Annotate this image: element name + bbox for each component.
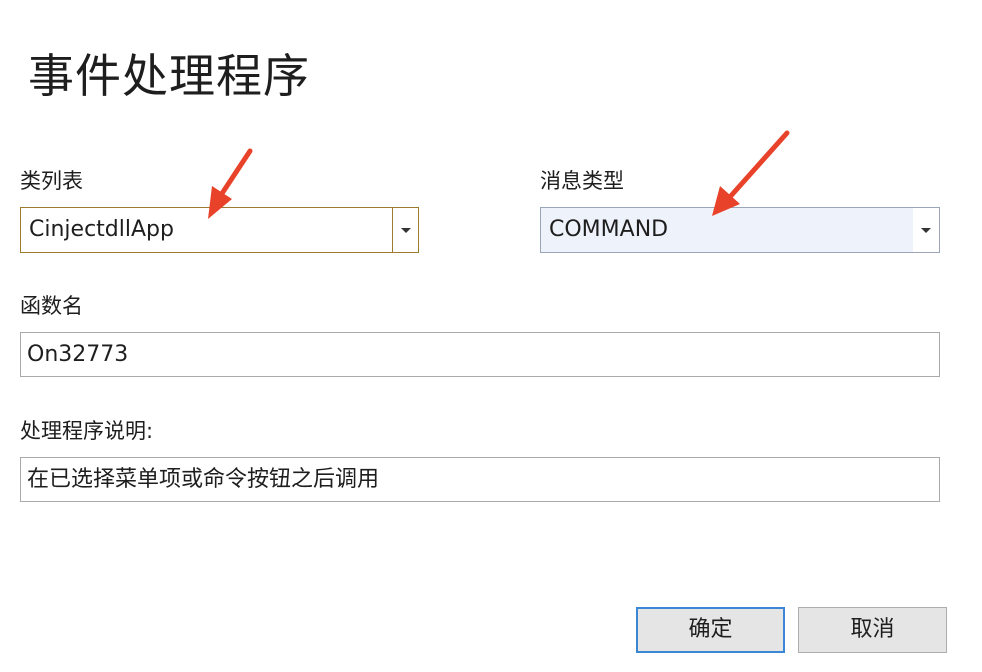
class-list-dropdown-button[interactable] [392, 208, 418, 252]
message-type-dropdown-button[interactable] [913, 208, 939, 252]
function-name-label: 函数名 [20, 294, 83, 318]
message-type-label: 消息类型 [540, 169, 624, 193]
message-type-value: COMMAND [549, 217, 669, 242]
cancel-button[interactable]: 取消 [798, 607, 947, 653]
class-list-label: 类列表 [20, 169, 83, 193]
chevron-down-icon [921, 227, 931, 233]
handler-description-label: 处理程序说明: [20, 419, 154, 443]
function-name-value: On32773 [27, 342, 129, 367]
class-list-value: CinjectdllApp [29, 217, 174, 242]
message-type-combobox[interactable]: COMMAND [540, 207, 940, 253]
function-name-input[interactable]: On32773 [20, 332, 940, 377]
dialog-title: 事件处理程序 [28, 49, 310, 103]
event-handler-dialog: 事件处理程序 类列表 CinjectdllApp 消息类型 COMMAND 函数… [0, 0, 982, 672]
ok-button[interactable]: 确定 [636, 607, 785, 653]
chevron-down-icon [400, 227, 411, 233]
red-arrow-icon [712, 130, 790, 216]
handler-description-field: 在已选择菜单项或命令按钮之后调用 [20, 457, 940, 502]
handler-description-value: 在已选择菜单项或命令按钮之后调用 [27, 467, 380, 492]
class-list-combobox[interactable]: CinjectdllApp [20, 207, 419, 253]
